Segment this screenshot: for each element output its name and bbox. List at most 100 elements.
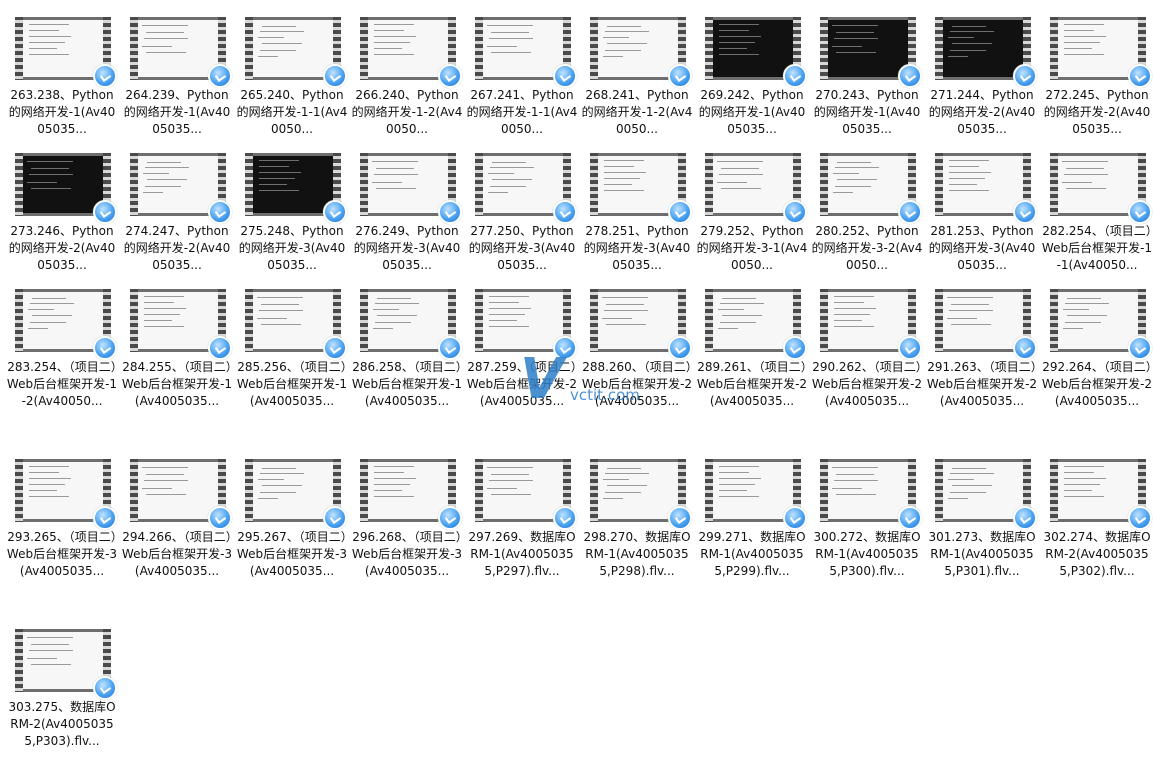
video-thumbnail	[705, 289, 807, 360]
video-file-item[interactable]: 290.262、（项目二）Web后台框架开发-2(Av4005035...	[811, 289, 923, 417]
media-player-icon	[438, 200, 462, 224]
video-file-item[interactable]: 287.259、（项目二）Web后台框架开发-2(Av4005035...	[466, 289, 578, 417]
video-thumbnail	[590, 17, 692, 88]
file-name: 279.252、Python的网络开发-3-1(Av40050...	[696, 224, 808, 272]
video-file-item[interactable]: 267.241、Python的网络开发-1-1(Av40050...	[466, 17, 578, 145]
video-file-item[interactable]: 277.250、Python的网络开发-3(Av4005035...	[466, 153, 578, 281]
file-name: 295.267、（项目二）Web后台框架开发-3(Av4005035...	[236, 530, 348, 578]
video-thumbnail	[245, 17, 347, 88]
video-file-item[interactable]: 264.239、Python的网络开发-1(Av4005035...	[121, 17, 233, 145]
file-name: 282.254、（项目二）Web后台框架开发-1-1(Av40050...	[1041, 224, 1153, 272]
video-file-item[interactable]: 283.254、（项目二）Web后台框架开发-1-2(Av40050...	[6, 289, 118, 417]
file-name: 290.262、（项目二）Web后台框架开发-2(Av4005035...	[811, 360, 923, 408]
file-name: 268.241、Python的网络开发-1-2(Av40050...	[581, 88, 693, 136]
file-grid: 263.238、Python的网络开发-1(Av4005035... 264.23…	[0, 0, 1153, 761]
video-file-item[interactable]: 288.260、（项目二）Web后台框架开发-2(Av4005035...	[581, 289, 693, 417]
video-file-item[interactable]: 281.253、Python的网络开发-3(Av4005035...	[926, 153, 1038, 281]
video-file-item[interactable]: 303.275、数据库ORM-2(Av40050355,P303).flv...	[6, 629, 118, 757]
media-player-icon	[668, 506, 692, 530]
video-file-item[interactable]: 272.245、Python的网络开发-2(Av4005035...	[1041, 17, 1153, 145]
video-file-item[interactable]: 279.252、Python的网络开发-3-1(Av40050...	[696, 153, 808, 281]
file-name: 301.273、数据库ORM-1(Av40050355,P301).flv...	[928, 530, 1036, 578]
video-file-item[interactable]: 296.268、（项目二）Web后台框架开发-3(Av4005035...	[351, 459, 463, 587]
video-file-item[interactable]: 294.266、（项目二）Web后台框架开发-3(Av4005035...	[121, 459, 233, 587]
video-file-item[interactable]: 291.263、（项目二）Web后台框架开发-2(Av4005035...	[926, 289, 1038, 417]
video-file-item[interactable]: 292.264、（项目二）Web后台框架开发-2(Av4005035...	[1041, 289, 1153, 417]
video-thumbnail	[590, 153, 692, 224]
file-name: 291.263、（项目二）Web后台框架开发-2(Av4005035...	[926, 360, 1038, 408]
video-thumbnail	[15, 629, 117, 700]
video-file-item[interactable]: 268.241、Python的网络开发-1-2(Av40050...	[581, 17, 693, 145]
media-player-icon	[1013, 336, 1037, 360]
video-file-item[interactable]: 293.265、（项目二）Web后台框架开发-3(Av4005035...	[6, 459, 118, 587]
media-player-icon	[1128, 200, 1152, 224]
video-file-item[interactable]: 271.244、Python的网络开发-2(Av4005035...	[926, 17, 1038, 145]
media-player-icon	[898, 64, 922, 88]
video-thumbnail	[130, 153, 232, 224]
video-file-item[interactable]: 302.274、数据库ORM-2(Av40050355,P302).flv...	[1041, 459, 1153, 587]
file-name: 286.258、（项目二）Web后台框架开发-1(Av4005035...	[351, 360, 463, 408]
file-name: 302.274、数据库ORM-2(Av40050355,P302).flv...	[1043, 530, 1151, 578]
video-file-item[interactable]: 270.243、Python的网络开发-1(Av4005035...	[811, 17, 923, 145]
video-file-item[interactable]: 273.246、Python的网络开发-2(Av4005035...	[6, 153, 118, 281]
media-player-icon	[553, 64, 577, 88]
file-name: 264.239、Python的网络开发-1(Av4005035...	[123, 88, 231, 136]
video-thumbnail	[820, 459, 922, 530]
video-thumbnail	[245, 289, 347, 360]
media-player-icon	[208, 336, 232, 360]
video-file-item[interactable]: 285.256、（项目二）Web后台框架开发-1(Av4005035...	[236, 289, 348, 417]
video-thumbnail	[360, 289, 462, 360]
media-player-icon	[1013, 200, 1037, 224]
file-name: 269.242、Python的网络开发-1(Av4005035...	[698, 88, 806, 136]
media-player-icon	[93, 676, 117, 700]
file-name: 272.245、Python的网络开发-2(Av4005035...	[1043, 88, 1151, 136]
media-player-icon	[553, 200, 577, 224]
video-file-item[interactable]: 299.271、数据库ORM-1(Av40050355,P299).flv...	[696, 459, 808, 587]
media-player-icon	[1128, 506, 1152, 530]
video-file-item[interactable]: 263.238、Python的网络开发-1(Av4005035...	[6, 17, 118, 145]
video-file-item[interactable]: 284.255、（项目二）Web后台框架开发-1(Av4005035...	[121, 289, 233, 417]
media-player-icon	[93, 336, 117, 360]
video-file-item[interactable]: 278.251、Python的网络开发-3(Av4005035...	[581, 153, 693, 281]
video-file-item[interactable]: 297.269、数据库ORM-1(Av40050355,P297).flv...	[466, 459, 578, 587]
video-file-item[interactable]: 274.247、Python的网络开发-2(Av4005035...	[121, 153, 233, 281]
file-name: 277.250、Python的网络开发-3(Av4005035...	[468, 224, 576, 272]
video-file-item[interactable]: 289.261、（项目二）Web后台框架开发-2(Av4005035...	[696, 289, 808, 417]
video-file-item[interactable]: 298.270、数据库ORM-1(Av40050355,P298).flv...	[581, 459, 693, 587]
media-player-icon	[438, 336, 462, 360]
video-thumbnail	[1050, 459, 1152, 530]
file-name: 283.254、（项目二）Web后台框架开发-1-2(Av40050...	[6, 360, 118, 408]
media-player-icon	[323, 64, 347, 88]
video-thumbnail	[130, 459, 232, 530]
file-name: 297.269、数据库ORM-1(Av40050355,P297).flv...	[468, 530, 576, 578]
media-player-icon	[93, 200, 117, 224]
media-player-icon	[208, 200, 232, 224]
media-player-icon	[898, 200, 922, 224]
media-player-icon	[1128, 64, 1152, 88]
video-file-item[interactable]: 265.240、Python的网络开发-1-1(Av40050...	[236, 17, 348, 145]
video-file-item[interactable]: 301.273、数据库ORM-1(Av40050355,P301).flv...	[926, 459, 1038, 587]
video-thumbnail	[475, 289, 577, 360]
video-file-item[interactable]: 276.249、Python的网络开发-3(Av4005035...	[351, 153, 463, 281]
video-file-item[interactable]: 286.258、（项目二）Web后台框架开发-1(Av4005035...	[351, 289, 463, 417]
media-player-icon	[323, 336, 347, 360]
file-name: 271.244、Python的网络开发-2(Av4005035...	[928, 88, 1036, 136]
video-file-item[interactable]: 266.240、Python的网络开发-1-2(Av40050...	[351, 17, 463, 145]
file-name: 267.241、Python的网络开发-1-1(Av40050...	[466, 88, 578, 136]
video-thumbnail	[935, 459, 1037, 530]
video-file-item[interactable]: 275.248、Python的网络开发-3(Av4005035...	[236, 153, 348, 281]
file-name: 298.270、数据库ORM-1(Av40050355,P298).flv...	[583, 530, 691, 578]
media-player-icon	[93, 506, 117, 530]
video-thumbnail	[590, 289, 692, 360]
video-file-item[interactable]: 295.267、（项目二）Web后台框架开发-3(Av4005035...	[236, 459, 348, 587]
video-file-item[interactable]: 282.254、（项目二）Web后台框架开发-1-1(Av40050...	[1041, 153, 1153, 281]
video-file-item[interactable]: 300.272、数据库ORM-1(Av40050355,P300).flv...	[811, 459, 923, 587]
file-name: 273.246、Python的网络开发-2(Av4005035...	[8, 224, 116, 272]
video-file-item[interactable]: 280.252、Python的网络开发-3-2(Av40050...	[811, 153, 923, 281]
file-name: 294.266、（项目二）Web后台框架开发-3(Av4005035...	[121, 530, 233, 578]
video-thumbnail	[935, 289, 1037, 360]
video-file-item[interactable]: 269.242、Python的网络开发-1(Av4005035...	[696, 17, 808, 145]
video-thumbnail	[590, 459, 692, 530]
media-player-icon	[208, 506, 232, 530]
media-player-icon	[783, 64, 807, 88]
